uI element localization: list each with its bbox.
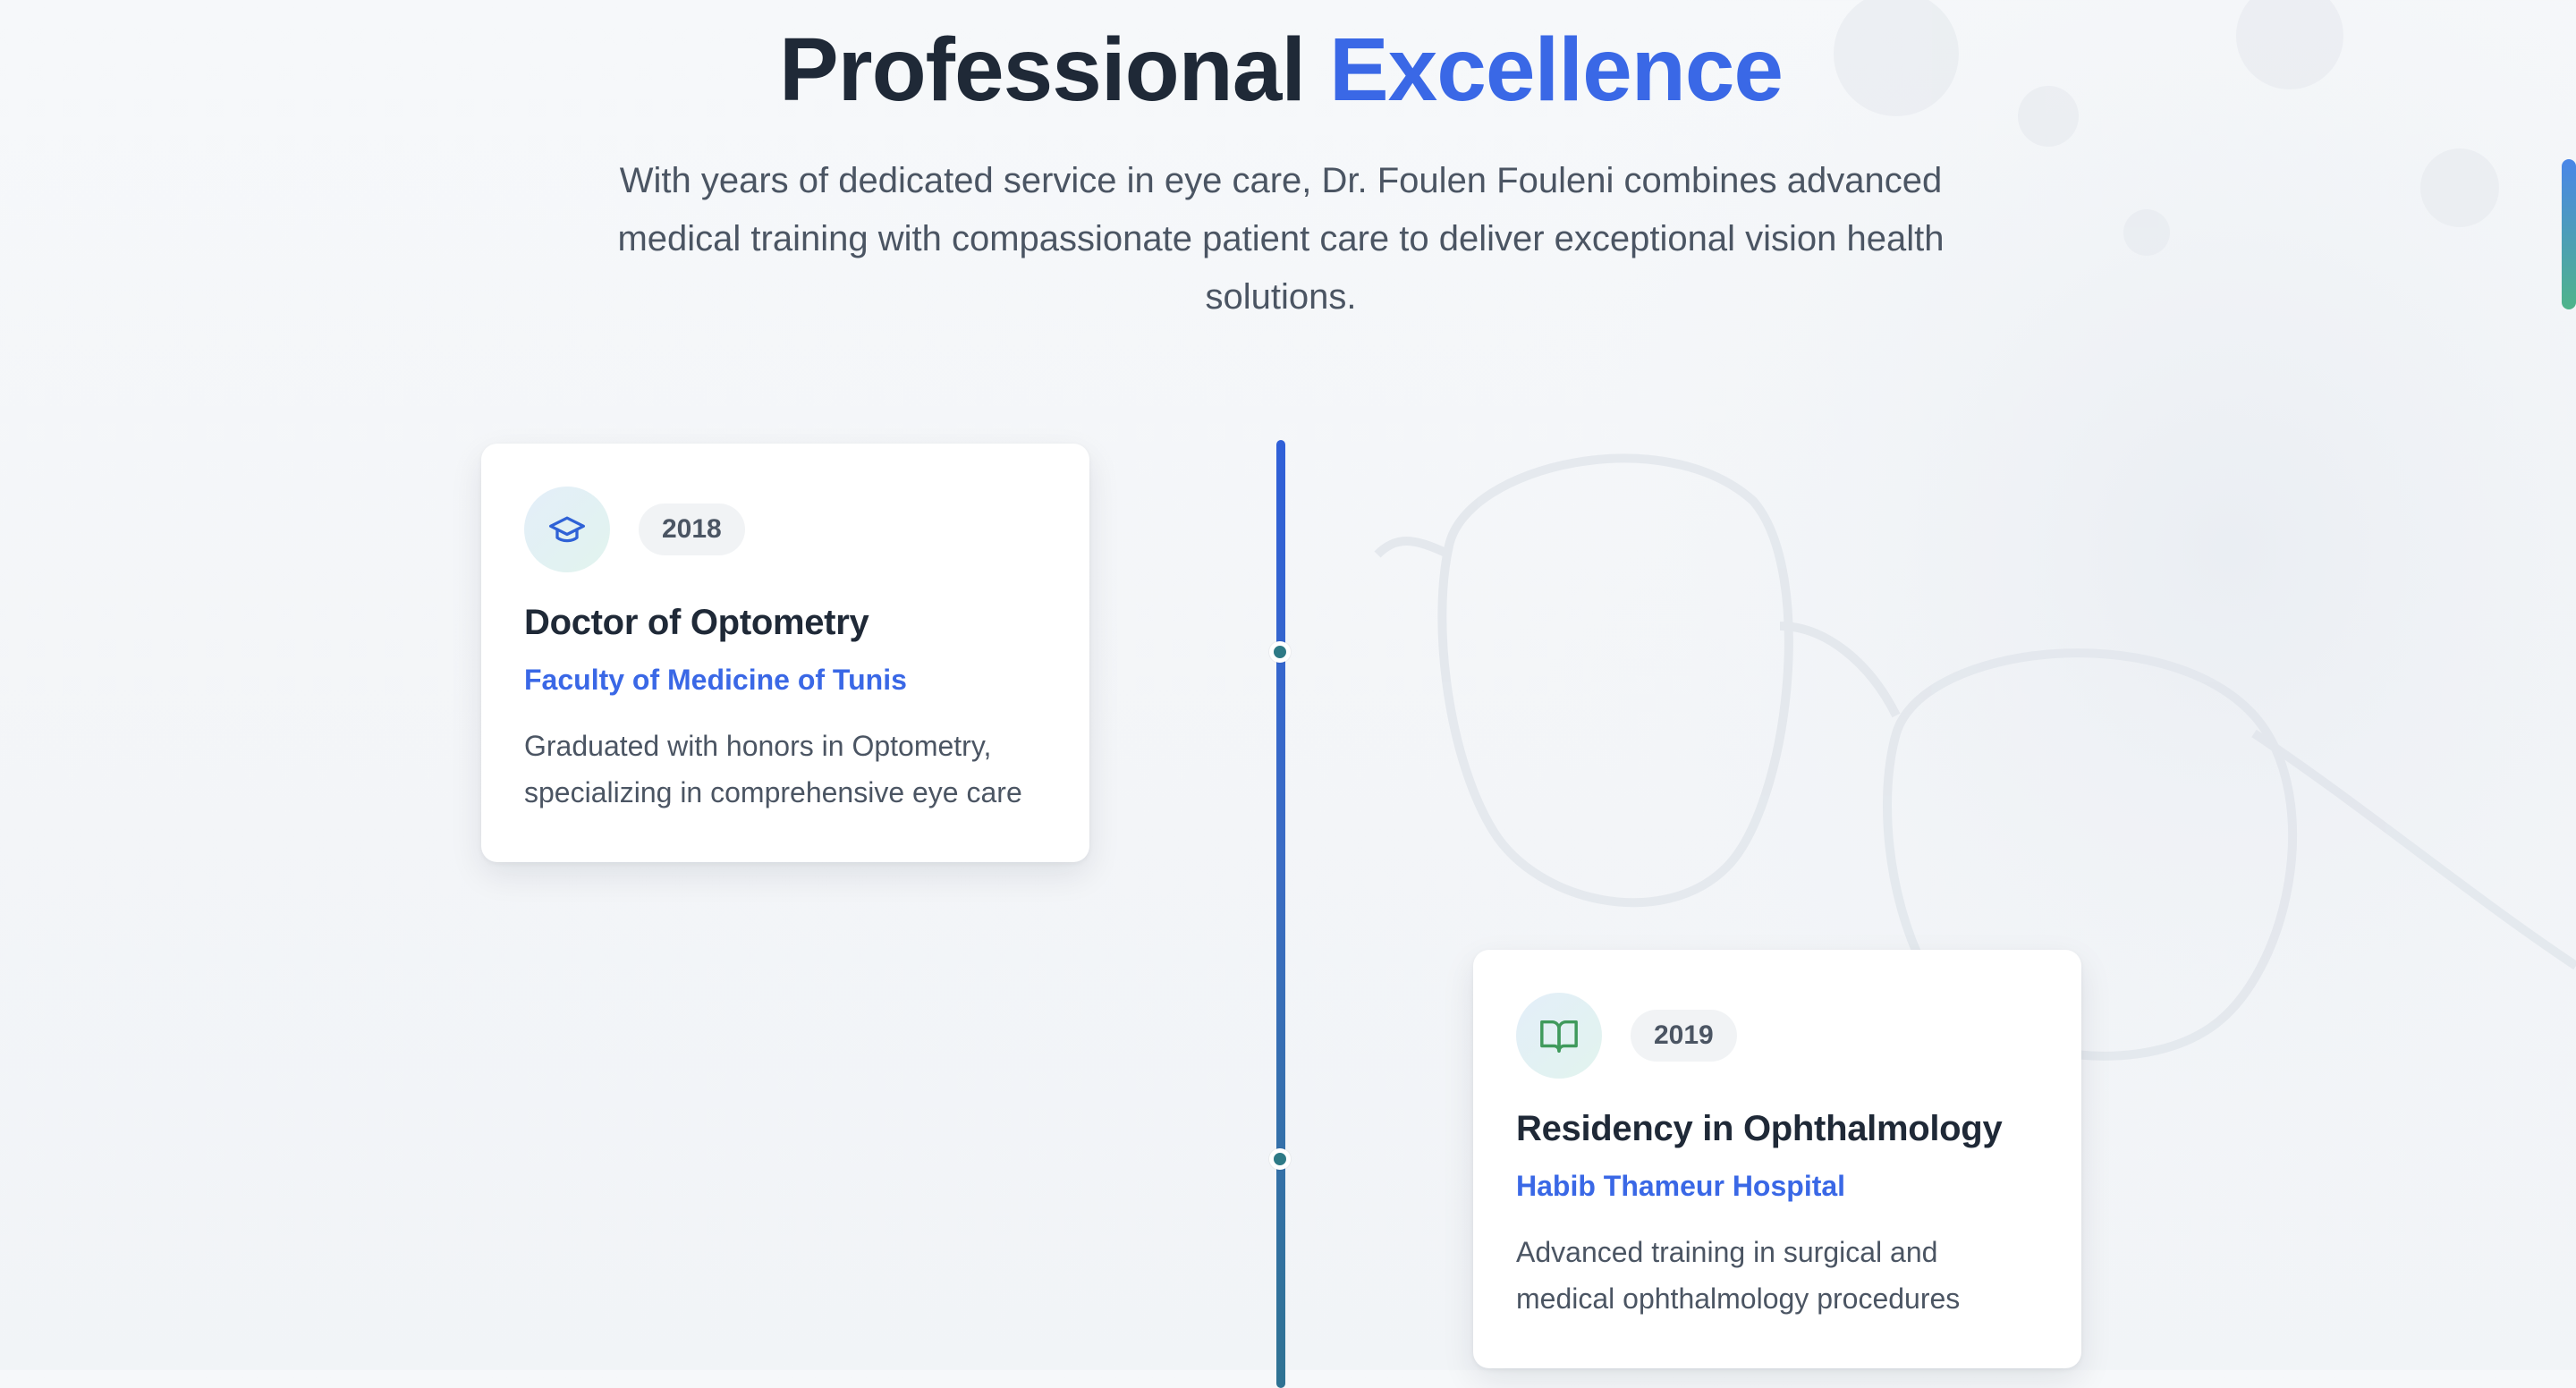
card-organization: Habib Thameur Hospital bbox=[1516, 1170, 1846, 1202]
card-title: Doctor of Optometry bbox=[524, 603, 869, 642]
card-description: Graduated with honors in Optometry, spec… bbox=[524, 730, 1022, 808]
timeline-card-optometry: 2018 Doctor of Optometry Faculty of Medi… bbox=[481, 444, 1089, 862]
page-title: Professional Excellence bbox=[0, 16, 2562, 123]
card-title: Residency in Ophthalmology bbox=[1516, 1109, 2003, 1148]
timeline-dot bbox=[1269, 641, 1291, 663]
open-book-icon bbox=[1516, 993, 1602, 1079]
card-description: Advanced training in surgical and medica… bbox=[1516, 1236, 1961, 1315]
title-part-accent: Excellence bbox=[1328, 20, 1784, 120]
intro-paragraph: With years of dedicated service in eye c… bbox=[617, 161, 1945, 317]
timeline-dot bbox=[1269, 1148, 1291, 1170]
timeline-card-residency: 2019 Residency in Ophthalmology Habib Th… bbox=[1473, 950, 2081, 1368]
timeline-line bbox=[1276, 440, 1285, 1388]
title-part-main: Professional bbox=[778, 20, 1306, 120]
year-badge: 2019 bbox=[1631, 1010, 1737, 1062]
graduation-cap-icon bbox=[524, 487, 610, 572]
year-badge: 2018 bbox=[639, 504, 745, 555]
scroll-progress-indicator[interactable] bbox=[2562, 159, 2576, 309]
card-organization: Faculty of Medicine of Tunis bbox=[524, 664, 907, 696]
card-header: 2019 bbox=[1516, 993, 2038, 1079]
card-header: 2018 bbox=[524, 487, 1046, 572]
